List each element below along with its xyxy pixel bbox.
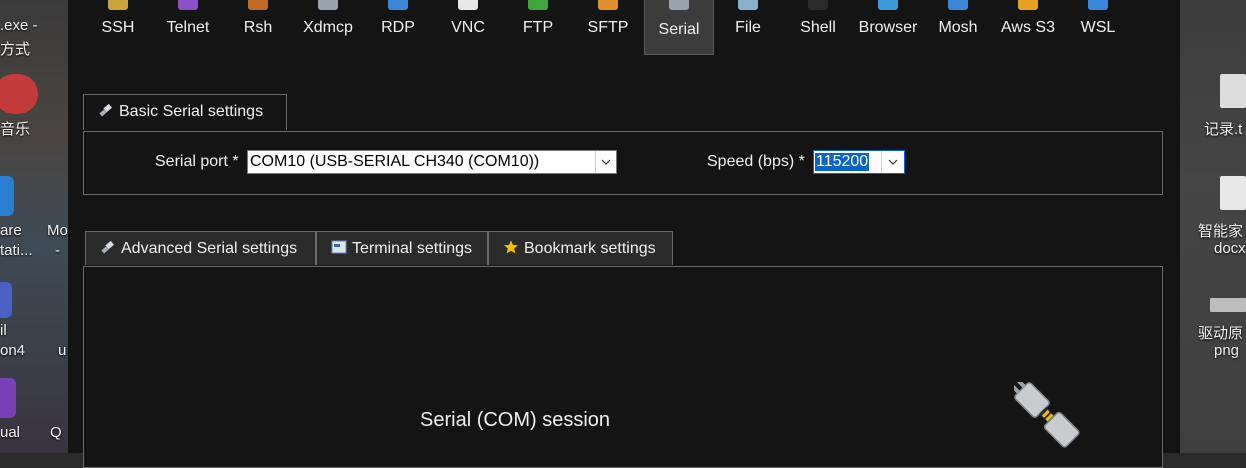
desktop-background-right: 记录.t 智能家 docx 驱动原 png — [1180, 0, 1246, 453]
star-icon — [504, 240, 518, 254]
toolbar-item-label: SSH — [101, 19, 135, 36]
desktop-label: tati... — [0, 242, 33, 259]
toolbar-item-label: VNC — [451, 19, 485, 36]
toolbar-item-label: Browser — [858, 19, 918, 36]
tab-label: Basic Serial settings — [119, 103, 264, 120]
desktop-label: - — [55, 242, 60, 259]
desktop-label: il — [0, 322, 7, 339]
toolbar-item-label: SFTP — [587, 19, 629, 36]
session-title: Serial (COM) session — [420, 409, 611, 431]
toolbar-item-label: WSL — [1080, 19, 1116, 36]
toolbar-item-wsl[interactable]: WSL — [1064, 0, 1132, 54]
desktop-label: 记录.t — [1204, 121, 1243, 138]
toolbar-item-ssh[interactable]: SSH — [84, 0, 152, 54]
toolbar-item-mosh[interactable]: Mosh — [924, 0, 992, 54]
toolbar-item-aws-s3[interactable]: Aws S3 — [994, 0, 1062, 54]
toolbar-item-sftp[interactable]: SFTP — [574, 0, 642, 54]
ftp-icon — [528, 0, 548, 10]
toolbar-item-label: Mosh — [938, 19, 978, 36]
ssh-icon — [108, 0, 128, 10]
toolbar-item-label: Telnet — [166, 19, 210, 36]
speed-label: Speed (bps) * — [707, 153, 805, 170]
toolbar-item-label: Xdmcp — [303, 19, 353, 36]
desktop-label: are — [0, 222, 22, 239]
vnc-icon — [458, 0, 478, 10]
tab-bookmark-settings[interactable]: Bookmark settings — [488, 231, 673, 265]
desktop-label: 方式 — [0, 41, 31, 58]
tab-basic-serial-settings[interactable]: Basic Serial settings — [83, 94, 287, 130]
file-icon — [738, 0, 758, 10]
toolbar-item-telnet[interactable]: Telnet — [154, 0, 222, 54]
toolbar-item-label: File — [735, 19, 761, 36]
toolbar-item-label: Rsh — [243, 19, 273, 36]
chevron-down-icon[interactable] — [881, 151, 904, 173]
vmware-app-icon[interactable] — [0, 176, 14, 216]
rsh-icon — [248, 0, 268, 10]
tab-advanced-serial-settings[interactable]: Advanced Serial settings — [85, 231, 316, 265]
toolbar-item-label: Serial — [658, 21, 700, 38]
toolbar-item-label: Shell — [800, 19, 836, 36]
toolbar-item-label: FTP — [522, 19, 554, 36]
toolbar-item-serial[interactable]: Serial — [644, 0, 714, 55]
speed-value: 115200 — [815, 153, 870, 171]
desktop-label: ual — [0, 424, 21, 441]
wsl-icon — [1088, 0, 1108, 10]
desktop-label: .exe - — [0, 17, 38, 34]
browser-icon — [878, 0, 898, 10]
music-app-icon[interactable] — [0, 74, 38, 114]
serial-plug-icon — [1014, 382, 1080, 448]
session-type-toolbar: SSH Telnet Rsh Xdmcp RDP VNC FTP SFTP Serial File… — [68, 0, 1180, 56]
shell-icon — [808, 0, 828, 10]
image-file-icon[interactable] — [1210, 298, 1246, 312]
tab-label: Terminal settings — [352, 240, 473, 257]
chevron-down-icon[interactable] — [595, 151, 616, 173]
text-file-icon[interactable] — [1220, 74, 1246, 108]
xdmcp-icon — [318, 0, 338, 10]
desktop-label: Mo — [47, 222, 68, 239]
mosh-icon — [948, 0, 968, 10]
plug-icon — [101, 240, 114, 254]
advanced-settings-panel: Serial (COM) session — [83, 266, 1163, 468]
basic-serial-settings-panel: Serial port * COM10 (USB-SERIAL CH340 (C… — [83, 131, 1163, 195]
toolbar-item-rdp[interactable]: RDP — [364, 0, 432, 54]
toolbar-item-file[interactable]: File — [714, 0, 782, 54]
toolbar-item-label: RDP — [381, 19, 415, 36]
tab-label: Advanced Serial settings — [121, 240, 298, 257]
desktop-label: u — [58, 342, 67, 359]
toolbar-item-ftp[interactable]: FTP — [504, 0, 572, 54]
aws-s3-icon — [1018, 0, 1038, 10]
tab-terminal-settings[interactable]: Terminal settings — [316, 231, 488, 265]
rdp-icon — [388, 0, 408, 10]
desktop-background-left: .exe - 方式 音乐 are tati... Mo - il on4 u u… — [0, 0, 68, 453]
toolbar-item-vnc[interactable]: VNC — [434, 0, 502, 54]
serial-port-label: Serial port * — [155, 153, 239, 170]
toolbar-item-rsh[interactable]: Rsh — [224, 0, 292, 54]
toolbar-item-label: Aws S3 — [1001, 19, 1055, 36]
desktop-label: 智能家 — [1198, 223, 1244, 240]
desktop-label: 音乐 — [0, 121, 31, 138]
tab-label: Bookmark settings — [524, 240, 656, 257]
plug-icon — [99, 103, 112, 117]
speed-select[interactable]: 115200 — [813, 150, 905, 174]
session-settings-dialog: SSH Telnet Rsh Xdmcp RDP VNC FTP SFTP Serial File… — [68, 0, 1180, 468]
serial-port-select[interactable]: COM10 (USB-SERIAL CH340 (COM10)) — [247, 150, 617, 174]
keil-app-icon[interactable] — [0, 282, 12, 318]
serial-port-value: COM10 (USB-SERIAL CH340 (COM10)) — [250, 153, 540, 170]
desktop-label: png — [1214, 342, 1240, 359]
terminal-icon — [331, 240, 347, 254]
serial-icon — [669, 0, 689, 10]
desktop-label: on4 — [0, 342, 26, 359]
sftp-icon — [598, 0, 618, 10]
toolbar-item-browser[interactable]: Browser — [854, 0, 922, 54]
word-document-icon[interactable] — [1220, 176, 1246, 210]
toolbar-item-shell[interactable]: Shell — [784, 0, 852, 54]
visual-studio-icon[interactable] — [0, 378, 16, 418]
telnet-icon — [178, 0, 198, 10]
desktop-label: 驱动原 — [1198, 325, 1244, 342]
desktop-label: Q — [50, 424, 62, 441]
desktop-label: docx — [1214, 240, 1246, 257]
toolbar-item-xdmcp[interactable]: Xdmcp — [294, 0, 362, 54]
